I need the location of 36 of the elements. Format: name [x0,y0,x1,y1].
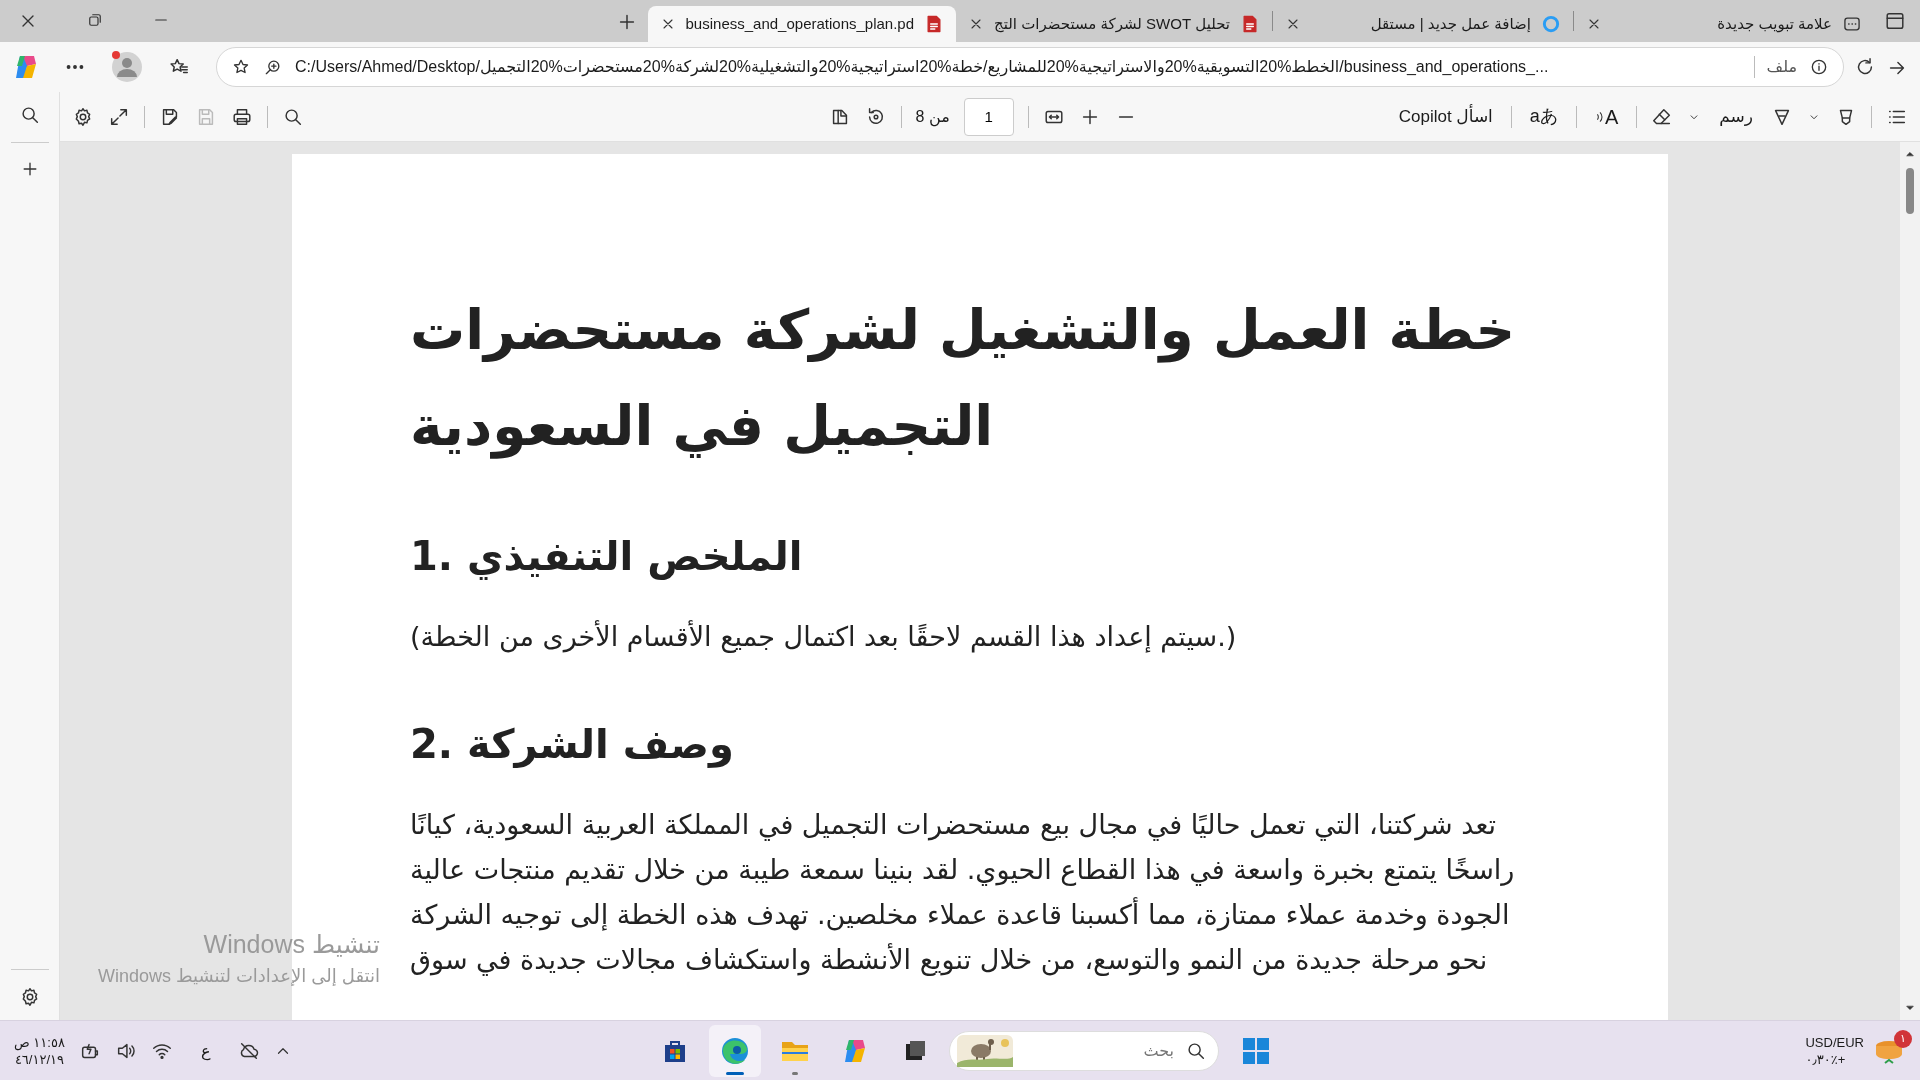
url-text: C:/Users/Ahmed/Desktop/الخطط%20التسويقية%20والاستراتيجية%20للمشاريع/خطة%20استراتيجية%20والتشغيلية%20لشركة%20مستحضرات%20التجميل/business_and_operations_... [295,57,1550,79]
browser-tab[interactable]: تحليل SWOT لشركة مستحضرات التج [956,6,1272,42]
read-aloud-button[interactable]: A [1590,99,1623,134]
browser-button[interactable] [709,1024,761,1077]
document-title: خطة العمل والتشغيل لشركة مستحضرات التجميل في السعودية [410,297,1517,461]
scrollbar[interactable] [1900,142,1920,1020]
clock-date[interactable]: ٤٦/١٢/١٩ [14,1050,65,1068]
paragraph: (سيتم إعداد هذا القسم لاحقًا بعد اكتمال جميع الأقسام الأخرى من الخطة.) [410,619,1238,655]
sidebar-icon[interactable] [1884,10,1906,32]
profile-avatar[interactable] [110,50,144,84]
language-indicator[interactable]: ع [200,1038,211,1063]
info-icon[interactable] [1809,57,1829,77]
address-bar[interactable]: ملف C:/Users/Ahmed/Desktop/الخطط%20التسويقية%20والاستراتيجية%20للمشاريع/خطة%20استراتيجية%20والتشغيلية%20لشركة%20مستحضرات%20التجميل/business_and_operations_... [216,47,1844,87]
activation-message: انتقل إلى الإعدادات لتنشيط Windows [96,965,380,988]
ring-icon [1541,14,1561,34]
restore-icon[interactable] [86,11,104,29]
scrollbar-thumb[interactable] [1906,168,1914,214]
page-count: من 8 [915,106,950,129]
draw-button[interactable]: رسم [1715,101,1757,132]
page-number-field[interactable]: 1 [963,97,1014,136]
currency-change: ٠٫٣٠٪+ [1805,1050,1847,1068]
browser-tab[interactable]: علامة تبويب جديدة [1574,6,1874,42]
clock-time[interactable]: ١١:٥٨ ص [14,1033,65,1051]
section-heading: 2. وصف الشركة [410,720,735,770]
browser-icon [720,1035,750,1066]
notification-count: ١ [1894,1029,1912,1048]
ask-copilot-button[interactable]: اسأل Copilot [1394,101,1497,132]
section-heading: 1. الملخص التنفيذي [410,532,804,582]
paragraph: تعد شركتنا، التي تعمل حاليًا في مجال بيع مستحضرات التجميل في المملكة العربية السعودية، كيانًا راسخًا يتمتع بخبرة واسعة في هذا القطاع الحيوي. لقد بنينا سمعة طيبة من خلال تقديم منتجات عالية الجودة وخدمة عملاء ممتازة، مما أكسبنا قاعدة عملاء مخلصين. تهدف هذه الخطة إلى توجيه الشركة نحو مرحلة جديدة من النمو والتوسع، من خلال تنويع الأنشطة واستكشاف مجالات جديدة في سوق [410,808,1516,978]
translate-button[interactable]: aあ [1525,101,1562,132]
activation-title: تنشيط Windows [202,928,380,960]
file-label: ملف [1766,57,1797,77]
browser-tab[interactable]: إضافة عمل جديد | مستقل [1273,6,1573,42]
currency-pair: USD/EUR [1805,1033,1864,1051]
start-icon[interactable] [1241,1035,1271,1066]
browser-tab[interactable]: business_and_operations_plan.pd [647,6,957,42]
